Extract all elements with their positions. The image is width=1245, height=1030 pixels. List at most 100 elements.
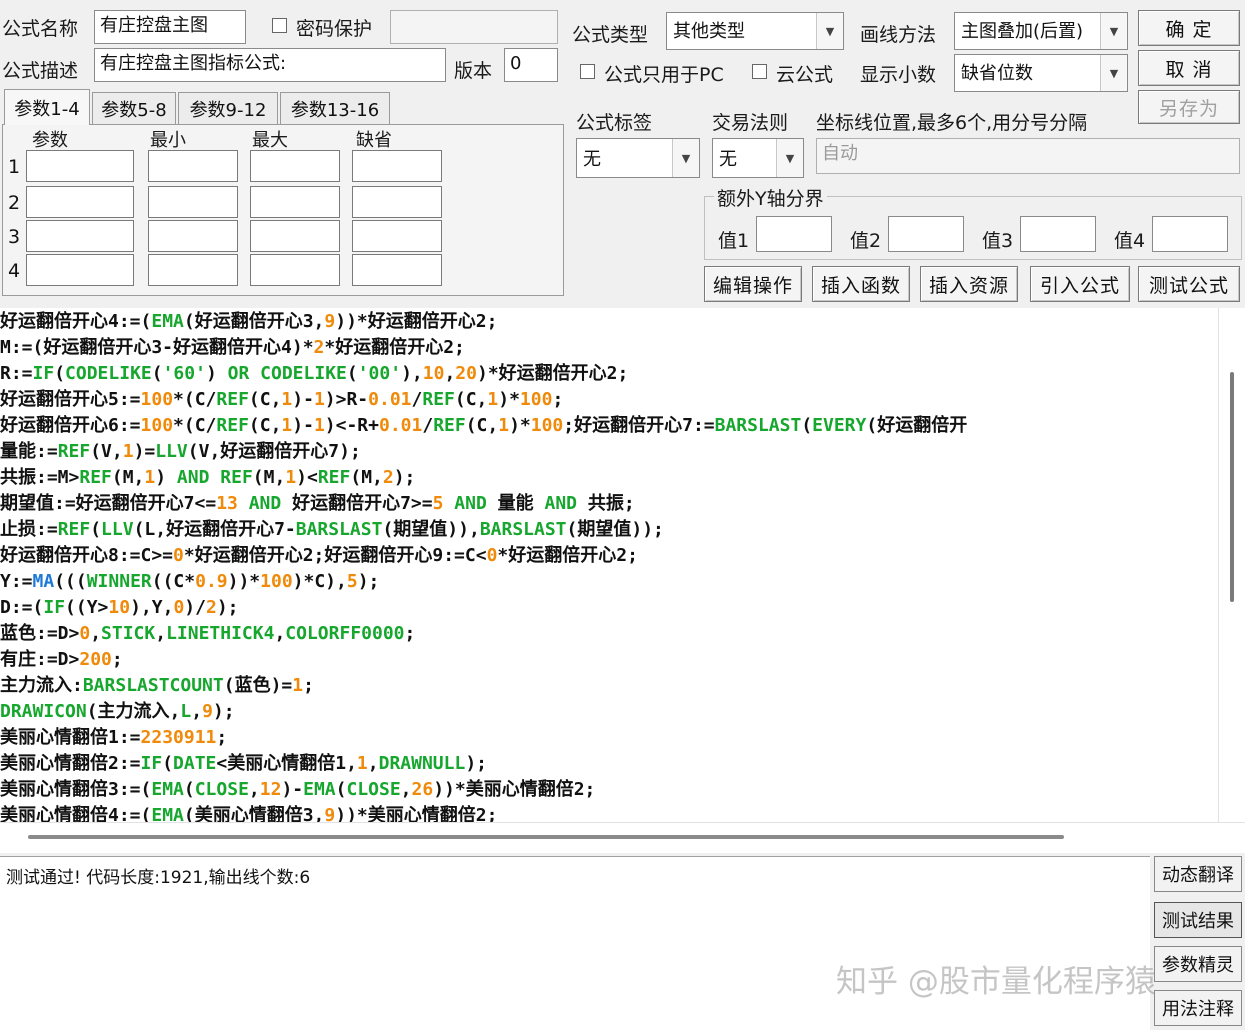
code-token: AND	[544, 493, 577, 514]
insert-resource-button[interactable]: 插入资源	[920, 266, 1018, 302]
code-line[interactable]: 量能:=REF(V,1)=LLV(V,好运翻倍开心7);	[0, 439, 361, 465]
cancel-button[interactable]: 取 消	[1138, 50, 1240, 86]
param-col-min: 最小	[150, 130, 186, 151]
formula-desc-field[interactable]: 有庄控盘主图指标公式:	[94, 48, 446, 82]
value2-field[interactable]	[888, 216, 964, 252]
vertical-scrollbar[interactable]	[1218, 308, 1245, 822]
code-line[interactable]: 好运翻倍开心8:=C>=0*好运翻倍开心2;好运翻倍开心9:=C<0*好运翻倍开…	[0, 543, 638, 569]
code-line[interactable]: R:=IF(CODELIKE('60') OR CODELIKE('00'),1…	[0, 361, 628, 387]
code-token: 2230911	[140, 727, 217, 748]
formula-name-field[interactable]: 有庄控盘主图	[94, 10, 246, 44]
password-checkbox[interactable]	[272, 18, 287, 33]
param-1-name-field[interactable]	[26, 150, 134, 182]
code-line[interactable]: 共振:=M>REF(M,1) AND REF(M,1)<REF(M,2);	[0, 465, 415, 491]
param-3-name-field[interactable]	[26, 220, 134, 252]
code-token: (	[335, 779, 347, 800]
code-token: 1	[498, 415, 510, 436]
version-field[interactable]: 0	[504, 48, 558, 82]
import-formula-button[interactable]: 引入公式	[1030, 266, 1130, 302]
trade-rule-select[interactable]: 无 ▼	[712, 138, 804, 178]
value1-field[interactable]	[756, 216, 832, 252]
code-line[interactable]: D:=(IF((Y>10),Y,0)/2);	[0, 595, 239, 621]
code-token: R:=	[0, 363, 33, 384]
code-token: 1	[281, 389, 293, 410]
code-line[interactable]: 好运翻倍开心5:=100*(C/REF(C,1)-1)>R-0.01/REF(C…	[0, 387, 563, 413]
code-line[interactable]: 期望值:=好运翻倍开心7<=13 AND 好运翻倍开心7>=5 AND 量能 A…	[0, 491, 635, 517]
code-token: )-	[281, 779, 304, 800]
tab-params-13-16[interactable]: 参数13-16	[280, 92, 390, 124]
code-token: 0.01	[368, 389, 412, 410]
param-2-default-field[interactable]	[352, 186, 442, 218]
scroll-thumb[interactable]	[1230, 372, 1234, 602]
code-line[interactable]: 好运翻倍开心4:=(EMA(好运翻倍开心3,9))*好运翻倍开心2;	[0, 309, 497, 335]
param-1-max-field[interactable]	[250, 150, 340, 182]
code-token: (	[90, 519, 102, 540]
param-1-min-field[interactable]	[148, 150, 238, 182]
code-token: 好运翻倍开心5:=	[0, 389, 141, 410]
code-line[interactable]: Y:=MA(((WINNER((C*0.9))*100)*C),5);	[0, 569, 379, 595]
code-line[interactable]: 主力流入:BARSLASTCOUNT(蓝色)=1;	[0, 673, 314, 699]
formula-tag-select[interactable]: 无 ▼	[576, 138, 700, 178]
horizontal-scrollbar[interactable]	[0, 822, 1245, 853]
axis-line-field[interactable]: 自动	[816, 138, 1240, 174]
code-line[interactable]: 美丽心情翻倍1:=2230911;	[0, 725, 227, 751]
param-1-default-field[interactable]	[352, 150, 442, 182]
code-token: BARSLAST	[479, 519, 567, 540]
code-token: (((	[54, 571, 87, 592]
code-line[interactable]: 美丽心情翻倍2:=IF(DATE<美丽心情翻倍1,1,DRAWNULL);	[0, 751, 487, 777]
param-2-min-field[interactable]	[148, 186, 238, 218]
code-token: (C,	[248, 389, 282, 410]
pc-only-checkbox[interactable]	[580, 64, 595, 79]
trade-rule-value: 无	[719, 149, 737, 170]
dynamic-translate-button[interactable]: 动态翻译	[1154, 856, 1242, 892]
cloud-formula-checkbox[interactable]	[752, 64, 767, 79]
edit-operation-button[interactable]: 编辑操作	[704, 266, 802, 302]
value4-label: 值4	[1114, 230, 1146, 252]
chevron-down-icon: ▼	[1100, 13, 1127, 49]
test-formula-button[interactable]: 测试公式	[1138, 266, 1240, 302]
code-line[interactable]: DRAWICON(主力流入,L,9);	[0, 699, 235, 725]
trade-rule-label: 交易法则	[712, 112, 789, 134]
code-token: BARSLASTCOUNT	[82, 675, 224, 696]
param-4-name-field[interactable]	[26, 254, 134, 286]
code-line[interactable]: 止损:=REF(LLV(L,好运翻倍开心7-BARSLAST(期望值)),BAR…	[0, 517, 664, 543]
test-result-button[interactable]: 测试结果	[1154, 902, 1242, 938]
code-line[interactable]: 美丽心情翻倍3:=(EMA(CLOSE,12)-EMA(CLOSE,26))*美…	[0, 777, 595, 803]
code-line[interactable]: 蓝色:=D>0,STICK,LINETHICK4,COLORFF0000;	[0, 621, 415, 647]
value3-field[interactable]	[1020, 216, 1096, 252]
ok-button[interactable]: 确 定	[1138, 10, 1240, 46]
code-editor[interactable]: 好运翻倍开心4:=(EMA(好运翻倍开心3,9))*好运翻倍开心2; M:=(好运…	[0, 308, 1218, 822]
usage-notes-button[interactable]: 用法注释	[1154, 990, 1242, 1026]
tab-params-5-8[interactable]: 参数5-8	[92, 92, 176, 124]
param-3-min-field[interactable]	[148, 220, 238, 252]
code-line[interactable]: 有庄:=D>200;	[0, 647, 123, 673]
formula-type-select[interactable]: 其他类型 ▼	[666, 12, 844, 50]
param-3-max-field[interactable]	[250, 220, 340, 252]
insert-function-button[interactable]: 插入函数	[812, 266, 910, 302]
code-token: 200	[79, 649, 112, 670]
param-4-default-field[interactable]	[352, 254, 442, 286]
param-3-default-field[interactable]	[352, 220, 442, 252]
param-2-max-field[interactable]	[250, 186, 340, 218]
code-token: ,	[248, 779, 260, 800]
code-token: ,	[444, 363, 456, 384]
scroll-thumb[interactable]	[28, 835, 1064, 839]
code-line[interactable]: M:=(好运翻倍开心3-好运翻倍开心4)*2*好运翻倍开心2;	[0, 335, 465, 361]
password-field[interactable]	[390, 10, 558, 44]
tab-params-1-4[interactable]: 参数1-4	[4, 89, 90, 125]
param-4-max-field[interactable]	[250, 254, 340, 286]
save-as-button[interactable]: 另存为	[1138, 90, 1240, 124]
code-line[interactable]: 好运翻倍开心6:=100*(C/REF(C,1)-1)<-R+0.01/REF(…	[0, 413, 967, 439]
code-line[interactable]: 美丽心情翻倍4:=(EMA(美丽心情翻倍3,9))*美丽心情翻倍2;	[0, 803, 497, 822]
formula-tag-value: 无	[583, 149, 601, 170]
code-token: EVERY	[812, 415, 867, 436]
draw-method-select[interactable]: 主图叠加(后置) ▼	[954, 12, 1128, 50]
code-token: 主力流入:	[0, 675, 83, 696]
value4-field[interactable]	[1152, 216, 1228, 252]
param-wizard-button[interactable]: 参数精灵	[1154, 946, 1242, 982]
tab-params-9-12[interactable]: 参数9-12	[178, 92, 278, 124]
decimal-select[interactable]: 缺省位数 ▼	[954, 54, 1128, 92]
param-row-number: 1	[8, 156, 21, 178]
param-4-min-field[interactable]	[148, 254, 238, 286]
param-2-name-field[interactable]	[26, 186, 134, 218]
